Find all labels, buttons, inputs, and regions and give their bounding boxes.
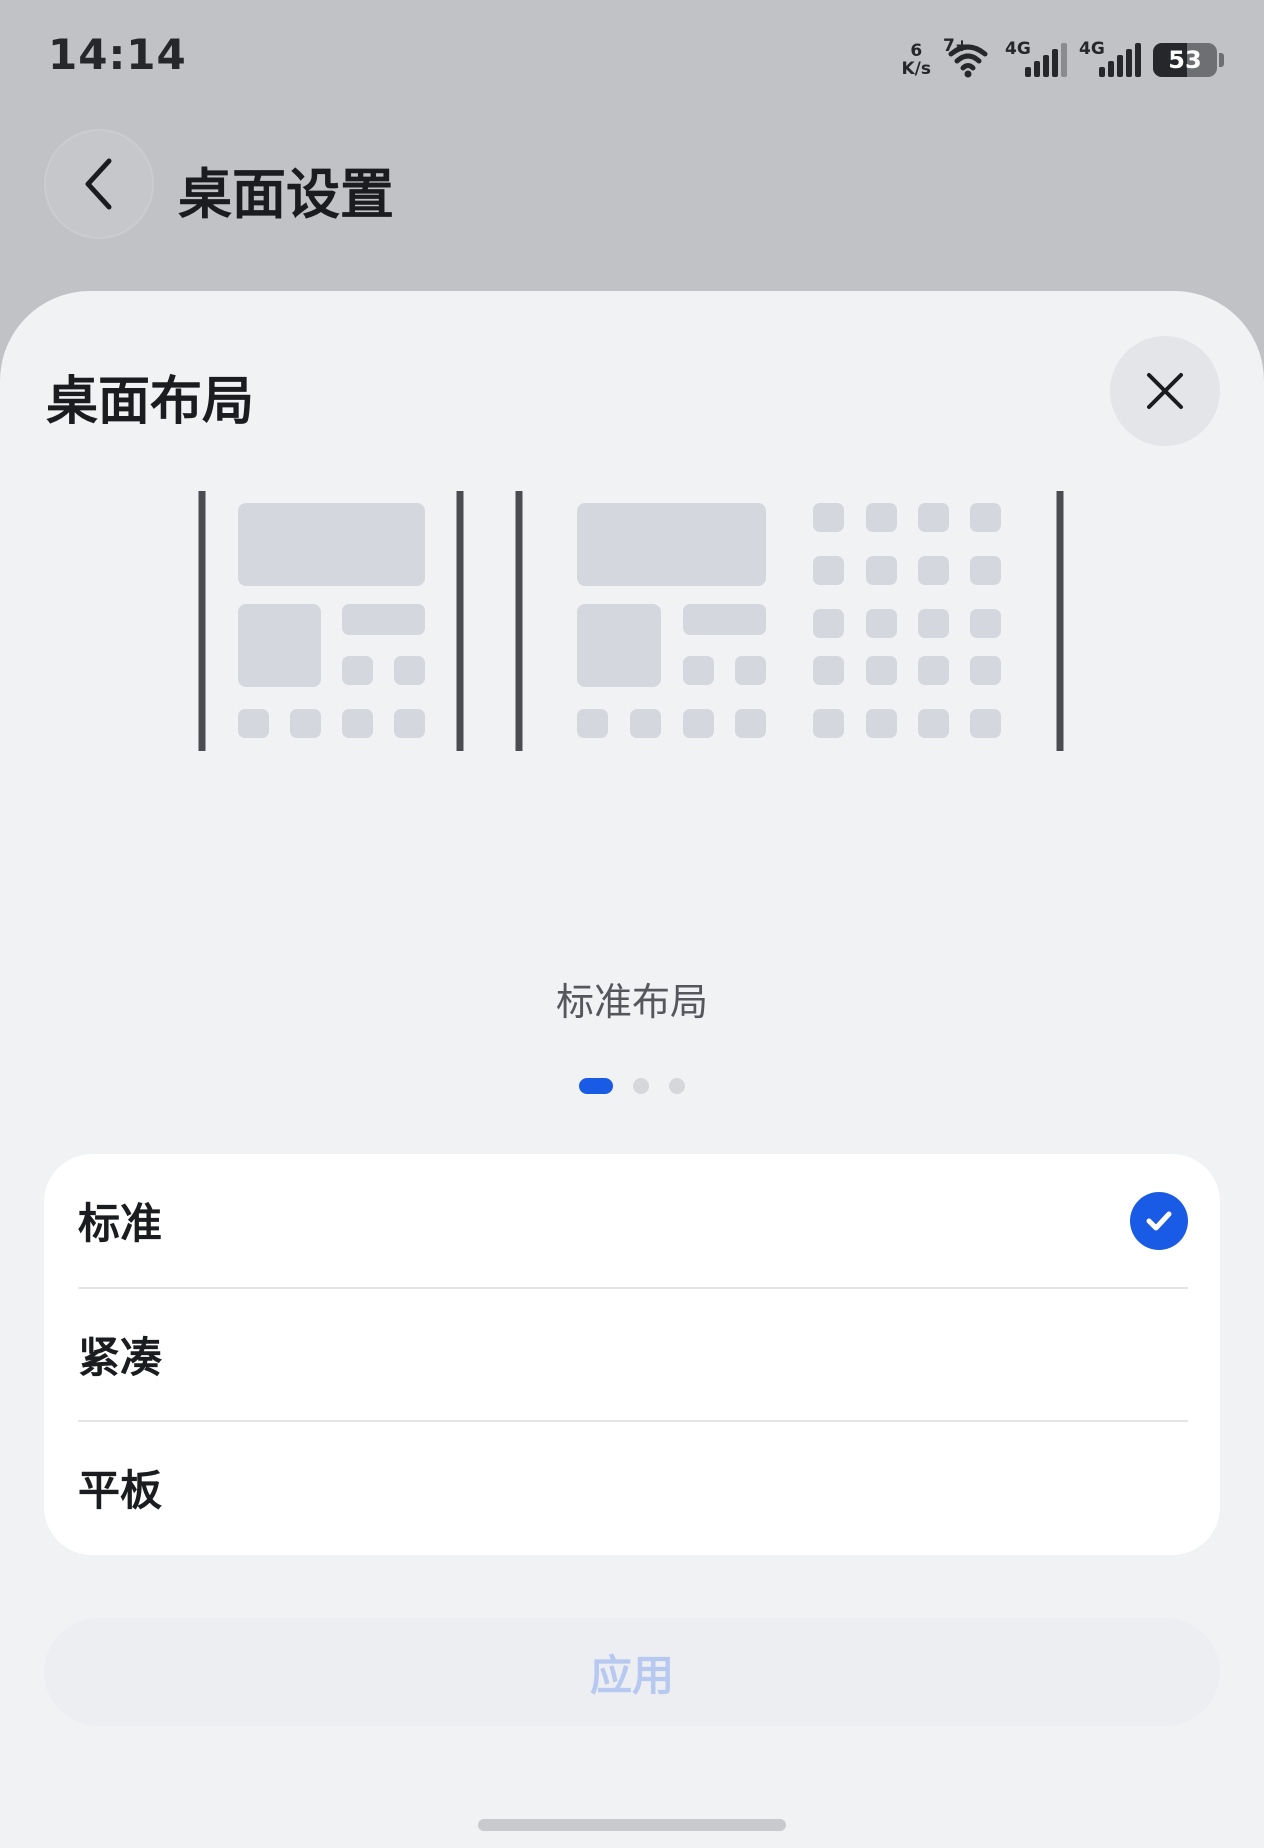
sim1-label: 4G: [1005, 39, 1031, 59]
option-label: 平板: [78, 1466, 163, 1515]
layout-options-list: 标准 紧凑 平板: [44, 1154, 1220, 1555]
battery-level: 53: [1168, 46, 1202, 74]
option-label: 标准: [78, 1199, 163, 1248]
layout-preview[interactable]: [0, 491, 1264, 751]
signal-icon: [1025, 43, 1067, 77]
network-speed-unit: K/s: [901, 59, 931, 79]
check-circle-icon: [1130, 1191, 1188, 1250]
home-indicator[interactable]: [478, 1819, 786, 1831]
wifi-status: 7+: [943, 36, 993, 80]
sim1-signal: 4G: [1005, 39, 1067, 77]
layout-bottom-sheet: 桌面布局 标准布局 标准 紧凑 平板 应用: [0, 291, 1264, 1848]
option-tablet[interactable]: 平板: [78, 1421, 1188, 1554]
pager-dot-active[interactable]: [579, 1078, 613, 1094]
sheet-title: 桌面布局: [46, 372, 255, 432]
close-button[interactable]: [1110, 336, 1220, 446]
battery-icon: 53: [1153, 43, 1217, 77]
sim2-label: 4G: [1079, 39, 1105, 59]
layout-preview-illustration: [198, 491, 1064, 751]
option-label: 紧凑: [78, 1333, 163, 1382]
status-time: 14:14: [48, 30, 187, 79]
wifi-label: 7+: [943, 36, 970, 56]
tablet-preview: [515, 491, 1064, 751]
status-bar: 14:14 6 K/s 7+ 4G 4G 53: [0, 0, 1264, 110]
chevron-left-icon: [85, 158, 112, 210]
phone-preview: [198, 491, 464, 751]
network-speed-value: 6: [910, 41, 923, 61]
apply-button[interactable]: 应用: [44, 1618, 1220, 1726]
network-speed: 6 K/s: [901, 42, 931, 78]
pager-dot[interactable]: [633, 1078, 649, 1094]
back-button[interactable]: [44, 129, 154, 239]
pager-dot[interactable]: [669, 1078, 685, 1094]
screen: 14:14 6 K/s 7+ 4G 4G 53 桌面设置 桌面布局 标准布局 标…: [0, 0, 1264, 1848]
option-standard[interactable]: 标准: [78, 1154, 1188, 1287]
layout-caption: 标准布局: [555, 980, 708, 1024]
option-compact[interactable]: 紧凑: [78, 1288, 1188, 1421]
page-title: 桌面设置: [178, 163, 394, 226]
signal-icon: [1099, 43, 1141, 77]
battery-tip: [1219, 53, 1224, 67]
pager-indicator: [0, 1078, 1264, 1094]
sim2-signal: 4G: [1079, 39, 1141, 77]
close-icon: [1147, 373, 1183, 409]
status-icons: 6 K/s 7+ 4G 4G 53: [901, 36, 1224, 82]
